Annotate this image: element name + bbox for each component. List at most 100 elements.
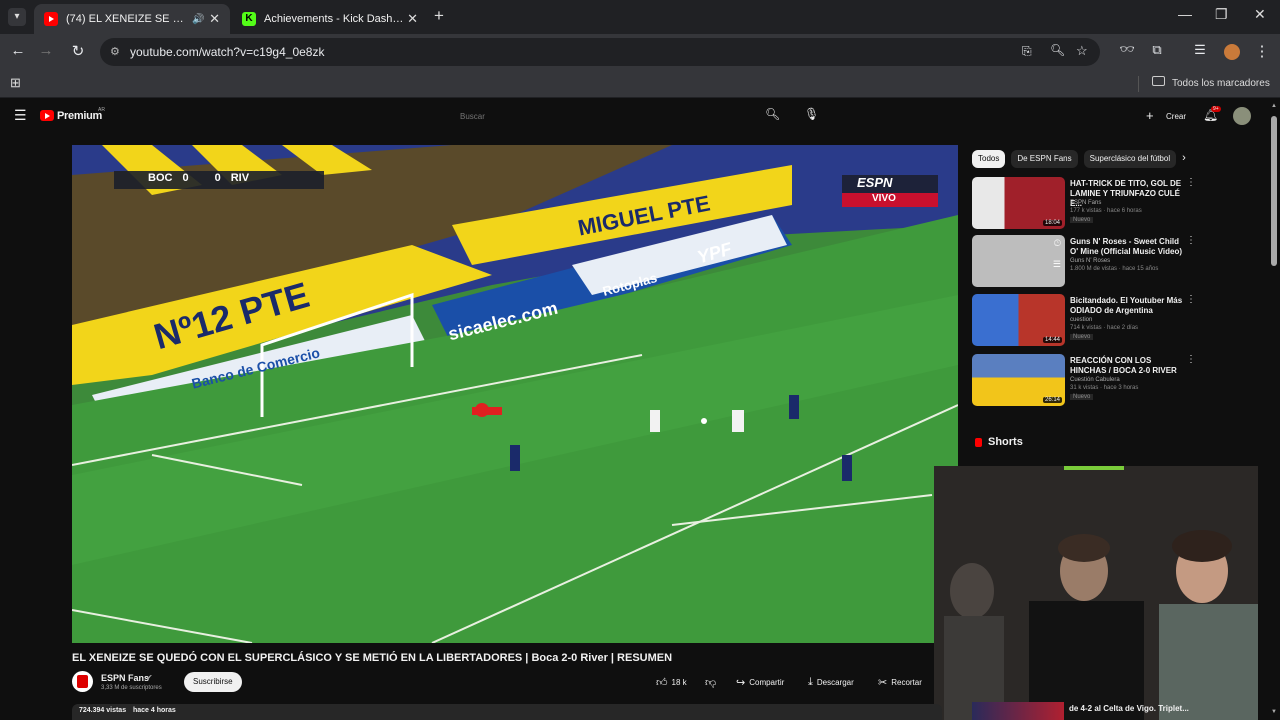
sidebar-chips: Todos De ESPN Fans Superclásico del fútb… [972,150,1186,168]
recommendation-item[interactable]: 26:14 REACCIÓN CON LOS HINCHAS / BOCA 2-… [972,354,1196,406]
verified-icon: ✔ [146,673,153,682]
subscribe-button[interactable]: Suscribirse [184,672,242,692]
tab-youtube[interactable]: (74) EL XENEIZE SE QUEDÓ CON EL SUPERCLÁ… [34,4,230,34]
search-icon[interactable]: 🔍︎ [765,107,780,121]
kick-favicon-icon: K [242,12,256,26]
more-options-icon[interactable]: ⋮ [1186,177,1196,188]
scrollbar-up-arrow[interactable]: ▲ [1271,103,1277,109]
add-to-queue-icon[interactable]: ☰ [1053,259,1061,270]
microphone-icon[interactable]: 🎙︎ [804,107,819,121]
browser-toolbar: ← → ↻ ⚙ youtube.com/watch?v=c19g4_0e8zk … [0,34,1280,70]
scoreboard: BOC 0 0 RIV [120,172,249,184]
tab-close-icon[interactable]: ✕ [407,11,418,27]
share-label: Compartir [749,677,785,687]
create-button[interactable]: + [1146,108,1154,123]
install-icon[interactable]: ⎘ [1022,44,1032,59]
tab-title: Achievements - Kick Dashboard [264,13,408,25]
apps-grid-icon[interactable]: ⊞ [10,75,21,91]
account-avatar[interactable] [1233,107,1251,125]
extension-glasses-icon[interactable]: 👓︎ [1117,42,1137,56]
close-window-button[interactable]: ✕ [1254,6,1266,23]
video-player[interactable]: BOC 0 0 RIV ESPN VIVO Banco de Comercio … [72,145,958,643]
recommendation-item[interactable]: 14:44 Bicitandado. El Youtuber Más ODIAD… [972,294,1196,346]
bookmark-star-icon[interactable]: ☆ [1076,43,1088,59]
download-label: Descargar [816,677,854,687]
search-input[interactable] [460,106,750,126]
bottom-item-title[interactable]: de 4-2 al Celta de Vigo. Triplet... [1069,704,1189,713]
url-text: youtube.com/watch?v=c19g4_0e8zk [130,45,325,59]
scrollbar-thumb[interactable] [1271,116,1277,266]
chip-from-channel[interactable]: De ESPN Fans [1011,150,1078,168]
view-count: 724.394 vistas [79,707,127,714]
chip-all[interactable]: Todos [972,150,1006,168]
webcam-green-strip [1064,466,1124,470]
sidebar-bottom-item[interactable]: de 4-2 al Celta de Vigo. Triplet... [972,702,1189,720]
webcam-frame [934,466,1258,720]
restore-button[interactable]: ❐ [1215,6,1228,23]
share-button[interactable]: ↪ Compartir [736,674,784,690]
minimize-button[interactable]: — [1178,6,1192,22]
more-options-icon[interactable]: ⋮ [1186,294,1196,305]
person-center-hair [1058,534,1110,562]
scrollbar-down-arrow[interactable]: ▼ [1271,709,1277,715]
youtube-logo-play-icon [45,113,50,119]
back-icon[interactable]: ← [8,42,28,59]
download-button[interactable]: ⤓ Descargar [808,674,854,690]
tab-search-button[interactable]: ▾ [8,8,26,26]
dislike-button[interactable]: 👎︎ [705,674,716,690]
home-team: BOC [148,172,173,184]
recommendation-thumbnail[interactable]: 14:44 [972,294,1065,346]
recommendation-channel[interactable]: cuestion [1070,317,1092,323]
chrome-menu-icon[interactable]: ⋮ [1252,42,1272,60]
recommendation-thumbnail[interactable]: 26:14 [972,354,1065,406]
recommendation-title[interactable]: Bicitandado. El Youtuber Más ODIADO de A… [1070,296,1185,316]
recommendation-item[interactable]: 🕒︎ ☰ Guns N' Roses - Sweet Child O' Mine… [972,235,1196,287]
recommendation-item[interactable]: 18:04 HAT-TRICK DE TITO, GOL DE LAMINE Y… [972,177,1196,229]
description-box[interactable]: 724.394 vistas hace 4 horas [72,704,942,720]
clip-button[interactable]: ✂ Recortar [878,674,922,690]
tab-kick[interactable]: K Achievements - Kick Dashboard ✕ [232,4,428,34]
reading-list-icon[interactable]: ☰ [1190,42,1210,58]
more-options-icon[interactable]: ⋮ [1186,354,1196,365]
video-frame [72,145,958,643]
extensions-icon[interactable]: ⧉ [1147,42,1167,58]
recommendation-channel[interactable]: ESPN Fans [1070,200,1101,206]
clip-label: Recortar [891,677,922,687]
channel-name[interactable]: ESPN Fans [101,673,149,683]
recommendation-meta: 1.800 M de vistas · hace 15 años [1070,266,1159,272]
all-bookmarks-link[interactable]: Todos los marcadores [1172,78,1270,89]
tab-close-icon[interactable]: ✕ [209,11,220,27]
share-icon: ↪ [736,676,746,689]
hamburger-menu-icon[interactable]: ☰ [14,107,27,124]
like-button[interactable]: 👍︎ 18 k [656,674,687,690]
recommendation-thumbnail[interactable]: 🕒︎ ☰ [972,235,1065,287]
reload-icon[interactable]: ↻ [68,42,88,60]
create-label[interactable]: Crear [1166,112,1186,121]
zoom-icon[interactable]: 🔍︎ [1050,43,1065,57]
recommendation-title[interactable]: Guns N' Roses - Sweet Child O' Mine (Off… [1070,237,1185,257]
watch-later-icon[interactable]: 🕒︎ [1054,238,1061,249]
forward-icon[interactable]: → [36,42,56,59]
recommendation-title[interactable]: REACCIÓN CON LOS HINCHAS / BOCA 2-0 RIVE… [1070,356,1185,376]
boca-player [842,455,852,481]
speaker-icon[interactable]: 🔊 [192,14,204,25]
recommendation-channel[interactable]: Cuestión Cabulera [1070,377,1120,383]
site-info-icon[interactable]: ⚙ [110,45,120,58]
address-bar[interactable]: ⚙ youtube.com/watch?v=c19g4_0e8zk ⎘ 🔍︎ ☆ [100,38,1100,66]
profile-avatar[interactable] [1224,44,1240,60]
recommendation-thumbnail[interactable]: 18:04 [972,177,1065,229]
chevron-right-icon[interactable]: › [1182,150,1186,168]
duration-badge: 18:04 [1042,220,1062,226]
new-tab-button[interactable]: + [434,6,444,26]
channel-avatar[interactable] [72,671,93,692]
recommendation-channel[interactable]: Guns N' Roses [1070,258,1110,264]
scissors-icon: ✂ [878,676,888,689]
bookmarks-divider [1138,76,1139,92]
chip-topic[interactable]: Superclásico del fútbol [1083,150,1177,168]
premium-label[interactable]: Premium [57,110,102,122]
bottom-item-thumbnail[interactable] [972,702,1064,720]
more-options-icon[interactable]: ⋮ [1186,235,1196,246]
shorts-icon [975,437,982,447]
ball [701,418,707,424]
boca-player [510,445,520,471]
